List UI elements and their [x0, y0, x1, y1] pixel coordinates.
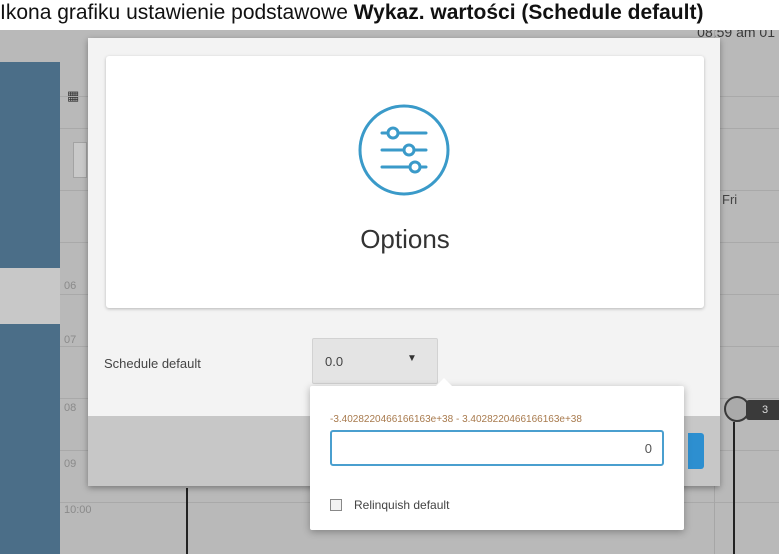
relinquish-default-label: Relinquish default — [354, 498, 450, 512]
confirm-button[interactable] — [688, 433, 704, 469]
schedule-bar — [733, 422, 735, 554]
row-label: 08 — [64, 402, 77, 414]
value-popover: -3.4028220466166163e+38 - 3.402822046616… — [310, 378, 684, 530]
relinquish-default-option[interactable]: Relinquish default — [330, 498, 449, 512]
sliders-icon — [358, 104, 450, 196]
row-label: 06 — [64, 280, 77, 292]
dialog-title: Options — [360, 224, 450, 254]
options-header-card: Options — [106, 56, 704, 308]
schedule-default-label: Schedule default — [104, 356, 201, 371]
value-range-hint: -3.4028220466166163e+38 - 3.402822046616… — [330, 414, 582, 425]
schedule-bar — [186, 488, 188, 554]
caption-text: Ikona grafiku ustawienie podstawowe Wyka… — [0, 0, 779, 30]
schedule-default-value: 0.0 — [325, 354, 344, 369]
caption-bold: Wykaz. wartości — [353, 1, 516, 24]
row-label: 09 — [64, 458, 77, 470]
popover-arrow — [436, 378, 452, 386]
caption-tail: (Schedule default) — [521, 1, 704, 24]
day-label-fri: Fri — [722, 192, 738, 207]
row-label: 10:00 — [64, 504, 92, 516]
caption-lead: Ikona grafiku ustawienie podstawowe — [0, 1, 348, 24]
caret-down-icon: ▼ — [407, 353, 417, 364]
schedule-default-input[interactable] — [330, 430, 664, 466]
row-label: 07 — [64, 334, 77, 346]
schedule-toggle-pill[interactable]: 3 — [746, 400, 779, 420]
relinquish-checkbox[interactable] — [330, 499, 342, 511]
schedule-default-select[interactable]: 0.0 ▼ — [312, 338, 438, 384]
background-cell — [73, 142, 87, 178]
left-sidebar-highlight — [0, 268, 60, 324]
